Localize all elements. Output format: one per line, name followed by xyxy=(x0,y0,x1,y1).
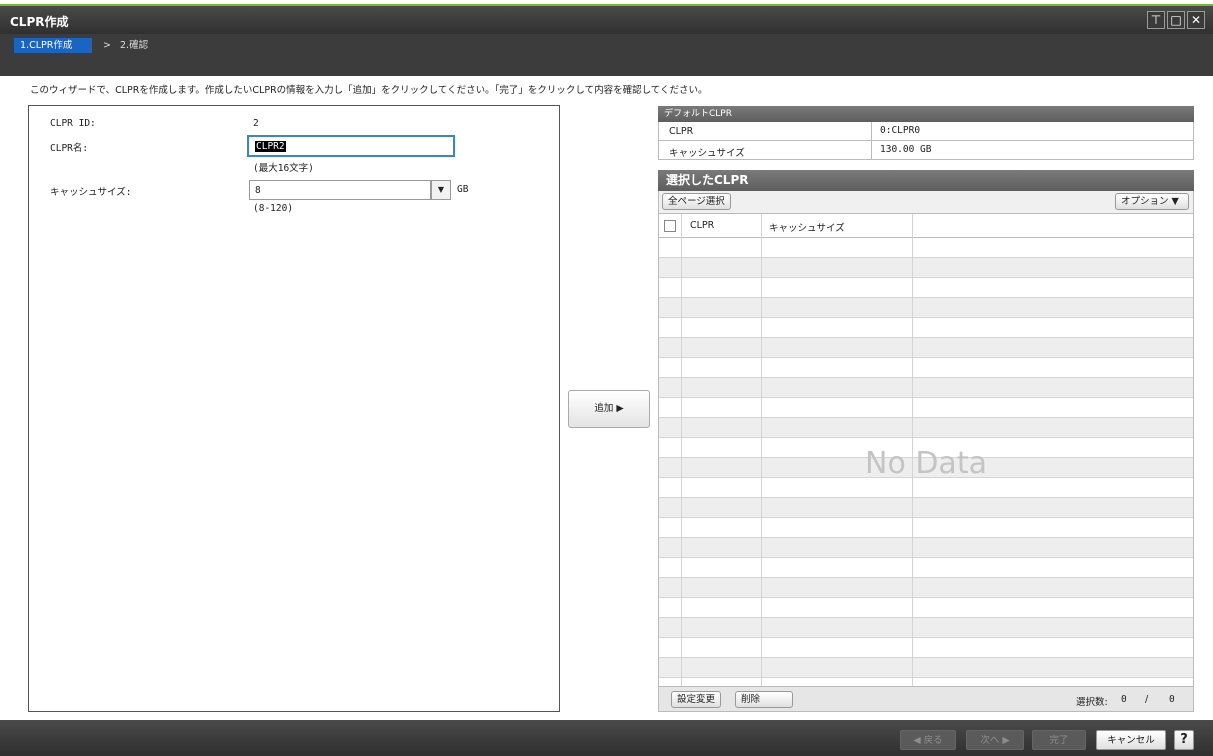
close-icon[interactable]: ✕ xyxy=(1187,11,1205,29)
clpr-name-value: CLPR2 xyxy=(255,141,286,152)
table-row xyxy=(659,398,1193,418)
clpr-id-label: CLPR ID: xyxy=(50,118,96,129)
wizard-footer: ◀ 戻る 次へ ▶ 完了 キャンセル ? xyxy=(0,720,1213,756)
finish-button[interactable]: 完了 xyxy=(1032,730,1086,750)
clpr-input-panel: CLPR ID: 2 CLPR名: CLPR2 (最大16文字) キャッシュサイ… xyxy=(28,105,560,712)
maximize-icon[interactable]: □ xyxy=(1167,11,1185,29)
selected-clpr-toolbar: 全ページ選択 オプション ▼ xyxy=(658,191,1194,213)
table-row xyxy=(659,278,1193,298)
table-row xyxy=(659,318,1193,338)
column-header-clpr[interactable]: CLPR xyxy=(690,220,714,231)
table-row xyxy=(659,658,1193,678)
selected-clpr-footer: 設定変更 削除 選択数: 0 / 0 xyxy=(658,687,1194,712)
clpr-name-label: CLPR名: xyxy=(50,143,89,154)
table-row xyxy=(659,418,1193,438)
cache-size-value: 8 xyxy=(255,185,261,196)
cache-size-label: キャッシュサイズ: xyxy=(50,187,132,198)
table-row xyxy=(659,258,1193,278)
table-row xyxy=(659,238,1193,258)
clpr-name-input[interactable]: CLPR2 xyxy=(247,135,455,157)
next-button[interactable]: 次へ ▶ xyxy=(966,730,1024,750)
default-cache-row: キャッシュサイズ 130.00 GB xyxy=(658,141,1194,160)
selection-count-total: 0 xyxy=(1169,694,1175,705)
selected-clpr-header: 選択したCLPR xyxy=(658,170,1194,191)
default-clpr-value: 0:CLPR0 xyxy=(871,122,920,140)
add-button[interactable]: 追加 ▶ xyxy=(568,390,650,428)
select-all-checkbox[interactable] xyxy=(664,220,676,232)
delete-button[interactable]: 削除 xyxy=(735,691,793,708)
selection-count-separator: / xyxy=(1145,694,1149,705)
table-row xyxy=(659,618,1193,638)
table-row xyxy=(659,498,1193,518)
table-row xyxy=(659,678,1193,686)
table-row xyxy=(659,298,1193,318)
table-row xyxy=(659,558,1193,578)
table-header: CLPR キャッシュサイズ xyxy=(659,214,1193,238)
step-1-create: 1.CLPR作成 xyxy=(14,38,93,53)
default-clpr-row: CLPR 0:CLPR0 xyxy=(658,122,1194,141)
title-bar: CLPR作成 ⊤ □ ✕ xyxy=(0,6,1213,34)
column-divider xyxy=(761,214,762,686)
selected-clpr-table: CLPR キャッシュサイズ No Data xyxy=(658,213,1194,687)
default-clpr-header: デフォルトCLPR xyxy=(658,106,1194,122)
table-row xyxy=(659,358,1193,378)
cancel-button[interactable]: キャンセル xyxy=(1096,730,1166,750)
default-cache-value: 130.00 GB xyxy=(871,141,931,159)
table-row xyxy=(659,378,1193,398)
help-icon[interactable]: ? xyxy=(1174,730,1194,750)
pin-icon[interactable]: ⊤ xyxy=(1147,11,1165,29)
column-divider xyxy=(681,214,682,686)
table-row xyxy=(659,518,1193,538)
selection-count-value: 0 xyxy=(1121,694,1127,705)
wizard-steps-bar: 1.CLPR作成 > 2.確認 xyxy=(0,34,1213,76)
table-row xyxy=(659,538,1193,558)
column-header-cache-size[interactable]: キャッシュサイズ xyxy=(769,220,845,234)
window-title: CLPR作成 xyxy=(10,15,69,29)
table-row xyxy=(659,578,1193,598)
default-clpr-key: CLPR xyxy=(669,126,694,137)
selection-count-label: 選択数: xyxy=(1076,697,1108,708)
table-row xyxy=(659,478,1193,498)
table-row xyxy=(659,598,1193,618)
clpr-name-hint: (最大16文字) xyxy=(253,163,314,174)
wizard-description: このウィザードで、CLPRを作成します。作成したいCLPRの情報を入力し「追加」… xyxy=(30,85,708,96)
chevron-down-icon[interactable]: ▼ xyxy=(431,180,451,200)
default-cache-key: キャッシュサイズ xyxy=(669,148,745,159)
table-row xyxy=(659,638,1193,658)
clpr-id-value: 2 xyxy=(253,118,259,129)
no-data-message: No Data xyxy=(865,446,987,481)
select-all-pages-button[interactable]: 全ページ選択 xyxy=(662,193,731,210)
step-2-confirm: 2.確認 xyxy=(120,40,149,51)
table-row xyxy=(659,338,1193,358)
cache-size-select[interactable]: 8 xyxy=(249,180,431,200)
step-separator: > xyxy=(103,40,111,51)
back-button[interactable]: ◀ 戻る xyxy=(900,730,956,750)
edit-settings-button[interactable]: 設定変更 xyxy=(671,691,722,708)
cache-size-hint: (8-120) xyxy=(253,203,294,214)
cache-size-unit: GB xyxy=(457,184,469,195)
options-button[interactable]: オプション ▼ xyxy=(1115,193,1189,210)
